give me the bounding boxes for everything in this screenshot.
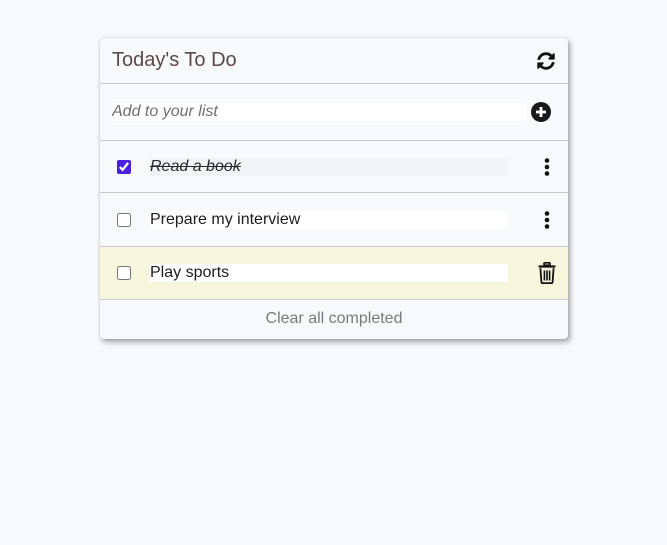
trash-icon[interactable] (535, 261, 559, 285)
plus-circle-icon[interactable] (531, 102, 551, 122)
item-text[interactable]: Play sports (150, 264, 508, 282)
add-item-row (100, 84, 568, 141)
vertical-dots-icon[interactable] (535, 208, 559, 232)
page-title: Today's To Do (112, 49, 237, 71)
item-text[interactable]: Prepare my interview (150, 210, 508, 229)
refresh-icon[interactable] (536, 51, 556, 71)
item-checkbox[interactable] (117, 159, 131, 174)
list-item: Read a book (100, 141, 568, 193)
list-item: Play sports (100, 247, 568, 300)
add-item-input[interactable] (112, 103, 526, 121)
item-checkbox[interactable] (117, 212, 131, 227)
clear-completed-button[interactable]: Clear all completed (266, 310, 403, 328)
item-checkbox[interactable] (117, 266, 131, 280)
todo-card: Today's To Do Read a book (100, 38, 568, 339)
item-text[interactable]: Read a book (150, 157, 508, 176)
list-item: Prepare my interview (100, 193, 568, 247)
todo-header: Today's To Do (100, 38, 568, 84)
vertical-dots-icon[interactable] (535, 155, 559, 179)
todo-footer: Clear all completed (100, 300, 568, 338)
